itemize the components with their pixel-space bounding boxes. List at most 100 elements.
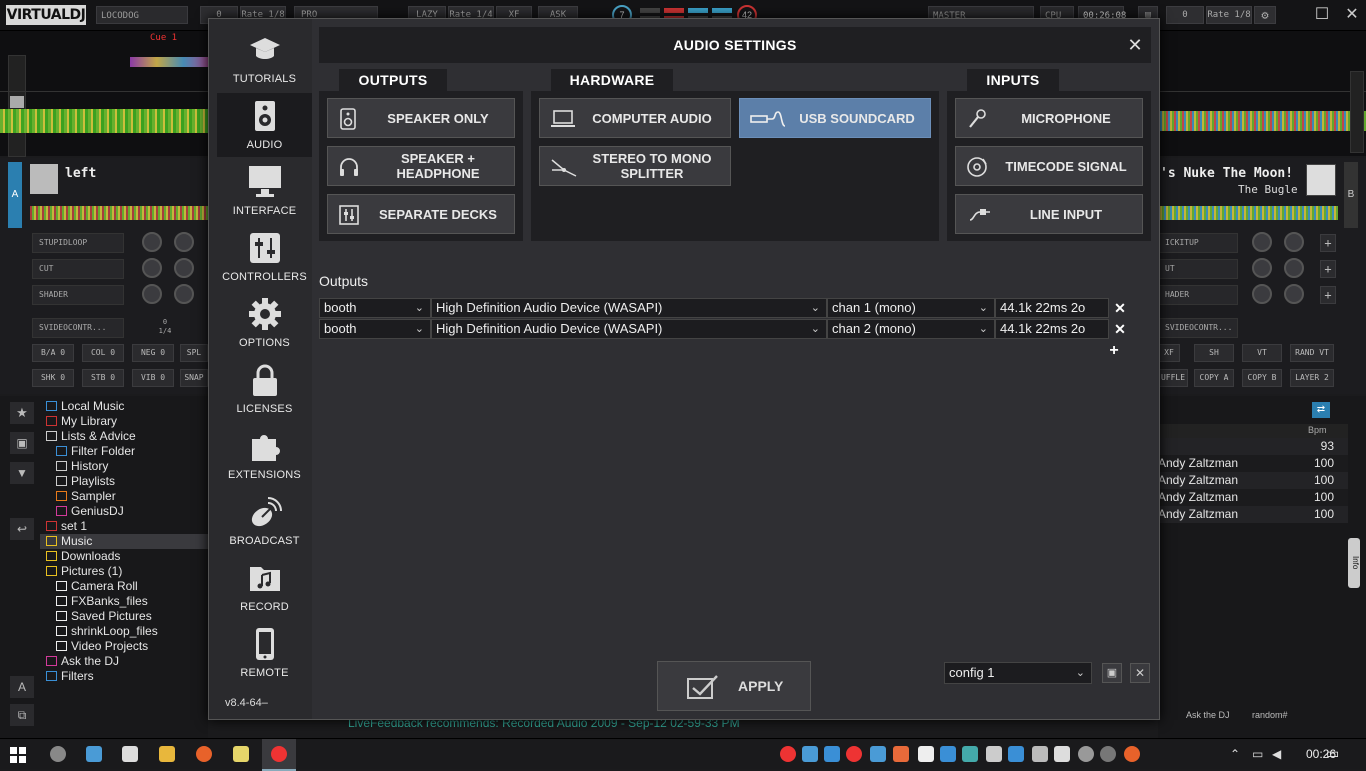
delete-config-icon[interactable]: ✕ xyxy=(1130,663,1150,683)
pad-left-3[interactable]: NEG 0 xyxy=(132,344,174,362)
tree-item[interactable]: Pictures (1) xyxy=(40,564,208,579)
layout-icon[interactable]: ⧉ xyxy=(10,704,34,726)
cue-marker[interactable]: Cue 1 xyxy=(150,33,177,43)
fx-slot-2-right[interactable]: UT xyxy=(1158,259,1238,279)
network-icon[interactable]: ▭ xyxy=(1252,747,1263,761)
pad-left-7[interactable]: VIB 0 xyxy=(132,369,174,387)
tree-item[interactable]: Local Music xyxy=(40,399,208,414)
app-icon[interactable] xyxy=(50,746,66,762)
save-config-icon[interactable]: ▣ xyxy=(1102,663,1122,683)
tray-icon[interactable] xyxy=(780,746,796,762)
mini-waveform-right[interactable] xyxy=(1158,206,1338,220)
tray-icon[interactable] xyxy=(1054,746,1070,762)
tree-item[interactable]: Camera Roll xyxy=(40,579,208,594)
nav-record[interactable]: RECORD xyxy=(217,555,312,619)
tree-item[interactable]: My Library xyxy=(40,414,208,429)
fx-knob[interactable] xyxy=(1284,284,1304,304)
user-field[interactable]: LOCODOG xyxy=(96,6,188,24)
computer-audio-option[interactable]: COMPUTER AUDIO xyxy=(539,98,731,138)
nav-tutorials[interactable]: TUTORIALS xyxy=(217,27,312,91)
pad-right-5[interactable]: UFFLE xyxy=(1158,369,1188,387)
speaker-headphone-option[interactable]: SPEAKER + HEADPHONE xyxy=(327,146,515,186)
fx-knob[interactable] xyxy=(174,284,194,304)
pad-right-8[interactable]: LAYER 2 xyxy=(1290,369,1334,387)
tree-item[interactable]: Playlists xyxy=(40,474,208,489)
tray-icon[interactable] xyxy=(893,746,909,762)
calculator-icon[interactable] xyxy=(122,746,138,762)
table-row[interactable]: Andy Zaltzman 100 xyxy=(1158,472,1348,489)
video-fx-left[interactable]: SVIDEOCONTR... xyxy=(32,318,124,338)
table-row[interactable]: Andy Zaltzman 100 xyxy=(1158,455,1348,472)
add-fx-icon[interactable]: + xyxy=(1320,260,1336,278)
output-device-select[interactable]: High Definition Audio Device (WASAPI) ⌄ xyxy=(431,298,827,318)
notifications-icon[interactable]: ▭ xyxy=(1326,745,1339,762)
shuffle-icon[interactable]: ⇄ xyxy=(1312,402,1330,418)
deck-letter-a[interactable]: A xyxy=(8,162,22,228)
add-fx-icon[interactable]: + xyxy=(1320,234,1336,252)
output-target-select[interactable]: booth ⌄ xyxy=(319,319,431,339)
pad-right-1[interactable]: XF xyxy=(1158,344,1180,362)
stereo-to-mono-option[interactable]: STEREO TO MONO SPLITTER xyxy=(539,146,731,186)
line-input-option[interactable]: LINE INPUT xyxy=(955,194,1143,234)
pad-left-6[interactable]: STB 0 xyxy=(82,369,124,387)
monitor-icon[interactable] xyxy=(962,746,978,762)
tree-item[interactable]: FXBanks_files xyxy=(40,594,208,609)
fx-knob[interactable] xyxy=(174,232,194,252)
play-icon[interactable] xyxy=(1008,746,1024,762)
music-icon[interactable] xyxy=(940,746,956,762)
bpm-column-header[interactable]: Bpm xyxy=(1308,425,1327,435)
firefox-icon[interactable] xyxy=(1124,746,1140,762)
rate-right-button[interactable]: Rate 1/8 xyxy=(1206,6,1252,24)
fx-slot-2-left[interactable]: CUT xyxy=(32,259,124,279)
bottom-tab[interactable]: random# xyxy=(1252,710,1288,720)
font-size-icon[interactable]: A xyxy=(10,676,34,698)
config-select[interactable]: config 1 ⌄ xyxy=(944,662,1092,684)
tree-item[interactable]: Video Projects xyxy=(40,639,208,654)
fx-knob[interactable] xyxy=(1252,258,1272,278)
tray-icon[interactable] xyxy=(1032,746,1048,762)
apply-button[interactable]: APPLY xyxy=(657,661,811,711)
pad-right-6[interactable]: COPY A xyxy=(1194,369,1234,387)
gear-icon[interactable]: ⚙ xyxy=(1254,6,1276,24)
info-tab[interactable]: Info xyxy=(1348,538,1360,588)
bottom-tab[interactable]: Ask the DJ xyxy=(1186,710,1230,720)
tray-icon[interactable] xyxy=(846,746,862,762)
deck-letter-b[interactable]: B xyxy=(1344,162,1358,228)
nav-remote[interactable]: REMOTE xyxy=(217,621,312,685)
microphone-option[interactable]: MICROPHONE xyxy=(955,98,1143,138)
keyboard-icon[interactable] xyxy=(870,746,886,762)
pad-left-4[interactable]: SPL xyxy=(180,344,208,362)
tree-item[interactable]: Filter Folder xyxy=(40,444,208,459)
arrow-up-icon[interactable] xyxy=(986,746,1002,762)
app-icon[interactable] xyxy=(86,746,102,762)
separate-decks-option[interactable]: SEPARATE DECKS xyxy=(327,194,515,234)
fx-slot-1-left[interactable]: STUPIDLOOP xyxy=(32,233,124,253)
pitch-value-right[interactable]: 0 xyxy=(1166,6,1204,24)
volume-icon[interactable]: ◀ xyxy=(1272,747,1281,761)
loop-counter-left[interactable]: 0 1/4 xyxy=(150,318,180,336)
output-channel-select[interactable]: chan 2 (mono) ⌄ xyxy=(827,319,995,339)
output-device-select[interactable]: High Definition Audio Device (WASAPI) ⌄ xyxy=(431,319,827,339)
pad-left-5[interactable]: SHK 0 xyxy=(32,369,74,387)
table-row[interactable]: Andy Zaltzman 100 xyxy=(1158,506,1348,523)
output-info[interactable]: 44.1k 22ms 2o xyxy=(995,319,1109,339)
back-icon[interactable]: ↩ xyxy=(10,518,34,540)
tree-item[interactable]: set 1 xyxy=(40,519,208,534)
fx-slot-3-left[interactable]: SHADER xyxy=(32,285,124,305)
pitch-slider-left[interactable] xyxy=(8,55,26,157)
pad-left-2[interactable]: COL 0 xyxy=(82,344,124,362)
nav-interface[interactable]: INTERFACE xyxy=(217,159,312,223)
close-window-icon[interactable]: ✕ xyxy=(1338,4,1366,26)
tray-icon[interactable] xyxy=(1100,746,1116,762)
pad-right-2[interactable]: SH xyxy=(1194,344,1234,362)
tray-expand-icon[interactable]: ⌃ xyxy=(1230,747,1240,761)
nav-controllers[interactable]: CONTROLLERS xyxy=(217,225,312,289)
tree-item[interactable]: Saved Pictures xyxy=(40,609,208,624)
nav-extensions[interactable]: EXTENSIONS xyxy=(217,423,312,487)
video-fx-right[interactable]: SVIDEOCONTR... xyxy=(1158,318,1238,338)
nav-licenses[interactable]: LICENSES xyxy=(217,357,312,421)
document-icon[interactable] xyxy=(918,746,934,762)
pad-right-7[interactable]: COPY B xyxy=(1242,369,1282,387)
fx-knob[interactable] xyxy=(1284,258,1304,278)
fx-knob[interactable] xyxy=(142,258,162,278)
